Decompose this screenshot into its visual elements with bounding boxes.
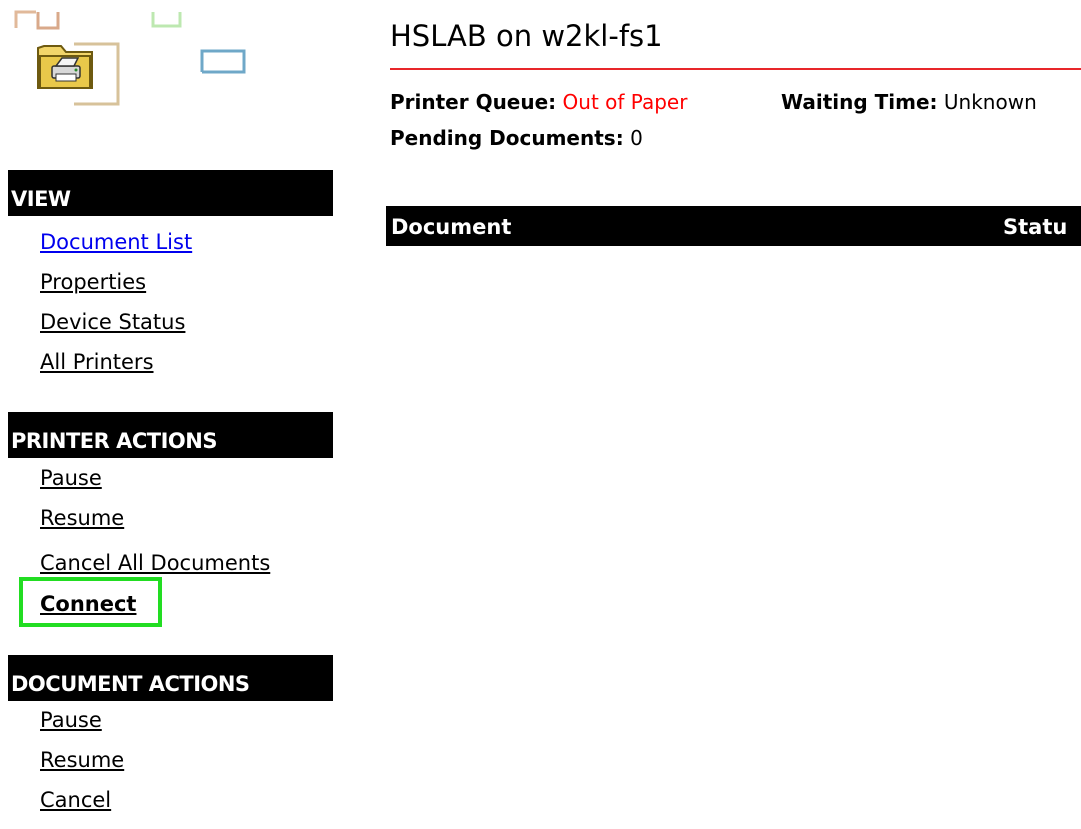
- connect-link[interactable]: Connect: [40, 591, 136, 617]
- column-document: Document: [391, 215, 512, 239]
- document-pause-link[interactable]: Pause: [40, 707, 102, 733]
- printer-pause-link[interactable]: Pause: [40, 465, 102, 491]
- cancel-all-documents-link[interactable]: Cancel All Documents: [40, 550, 270, 576]
- document-actions-header: DOCUMENT ACTIONS: [8, 655, 333, 701]
- nav-document-list[interactable]: Document List: [40, 229, 192, 255]
- printer-folder-icon: [14, 10, 246, 106]
- page-title: HSLAB on w2kl-fs1: [390, 19, 663, 53]
- document-table-header: Document Statu: [386, 206, 1081, 246]
- document-cancel-link[interactable]: Cancel: [40, 787, 111, 813]
- title-divider: [390, 68, 1081, 70]
- nav-all-printers[interactable]: All Printers: [40, 349, 154, 375]
- printer-queue-label: Printer Queue:: [390, 90, 557, 114]
- pending-documents-value: 0: [630, 126, 643, 150]
- column-status: Statu: [1003, 215, 1068, 239]
- nav-properties[interactable]: Properties: [40, 269, 146, 295]
- waiting-time-status: Waiting Time: Unknown: [781, 89, 1037, 115]
- pending-documents-label: Pending Documents:: [390, 126, 624, 150]
- printer-actions-header: PRINTER ACTIONS: [8, 412, 333, 458]
- view-section-header: VIEW: [8, 170, 333, 216]
- printer-resume-link[interactable]: Resume: [40, 505, 124, 531]
- pending-documents-status: Pending Documents: 0: [390, 125, 643, 151]
- printer-queue-page: VIEW Document List Properties Device Sta…: [0, 0, 1081, 829]
- logo: [14, 8, 254, 108]
- document-resume-link[interactable]: Resume: [40, 747, 124, 773]
- waiting-time-value: Unknown: [943, 90, 1037, 114]
- printer-queue-value: Out of Paper: [562, 90, 688, 114]
- printer-queue-status: Printer Queue: Out of Paper: [390, 89, 687, 115]
- waiting-time-label: Waiting Time:: [781, 90, 938, 114]
- nav-device-status[interactable]: Device Status: [40, 309, 185, 335]
